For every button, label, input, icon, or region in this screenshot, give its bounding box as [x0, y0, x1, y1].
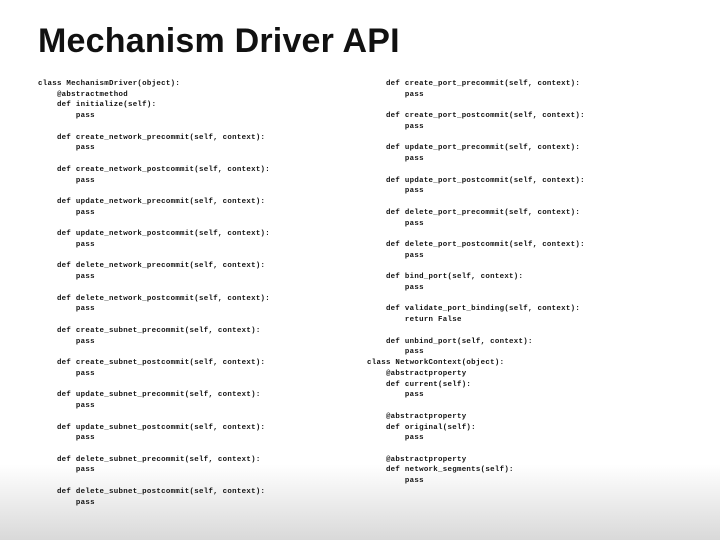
slide: Mechanism Driver API class MechanismDriv…: [0, 0, 720, 540]
code-column-left: class MechanismDriver(object): @abstract…: [38, 79, 353, 508]
code-column-right: def create_port_precommit(self, context)…: [367, 79, 682, 508]
slide-title: Mechanism Driver API: [38, 22, 682, 61]
code-block-left: class MechanismDriver(object): @abstract…: [38, 79, 353, 508]
code-columns: class MechanismDriver(object): @abstract…: [38, 79, 682, 508]
code-block-right: def create_port_precommit(self, context)…: [367, 79, 682, 487]
